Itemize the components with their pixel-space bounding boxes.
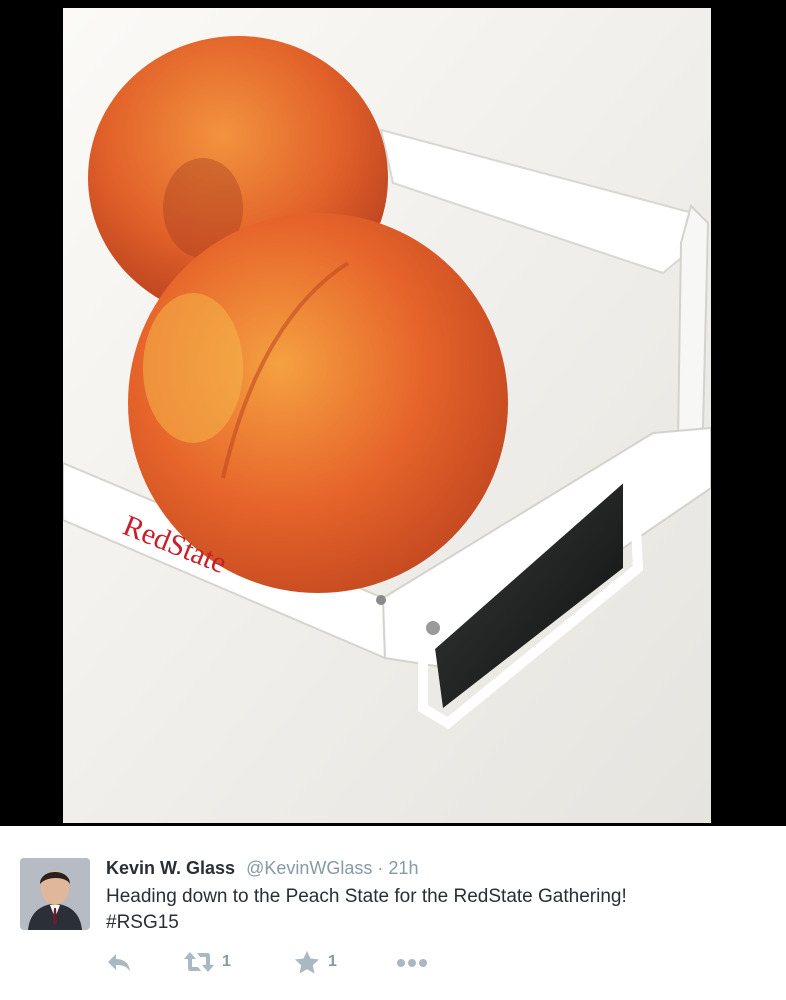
retweet-button[interactable]: 1 — [184, 950, 231, 974]
tweet-header: Kevin W. Glass @KevinWGlass · 21h — [106, 857, 418, 879]
tweet-timestamp[interactable]: 21h — [388, 858, 418, 878]
author-name[interactable]: Kevin W. Glass — [106, 858, 235, 878]
star-icon — [295, 951, 319, 974]
retweet-count: 1 — [222, 953, 231, 970]
reply-icon — [108, 954, 130, 971]
hashtag-link[interactable]: #RSG15 — [106, 910, 756, 936]
author-handle[interactable]: @KevinWGlass — [246, 858, 372, 878]
favorite-button[interactable]: 1 — [294, 950, 337, 974]
tweet-text: Heading down to the Peach State for the … — [106, 884, 756, 936]
avatar-image — [20, 858, 90, 930]
favorite-count: 1 — [328, 953, 337, 970]
avatar[interactable] — [20, 858, 90, 930]
peaches-sunglasses-image: RedState — [63, 8, 711, 823]
reply-button[interactable] — [106, 950, 132, 974]
retweet-icon — [184, 952, 214, 972]
more-button[interactable] — [396, 950, 428, 974]
tweet-text-line: Heading down to the Peach State for the … — [106, 886, 627, 907]
tweet-photo[interactable]: RedState — [63, 8, 711, 823]
header-separator: · — [377, 858, 384, 878]
media-viewer: RedState — [0, 0, 786, 826]
more-icon — [397, 959, 427, 967]
